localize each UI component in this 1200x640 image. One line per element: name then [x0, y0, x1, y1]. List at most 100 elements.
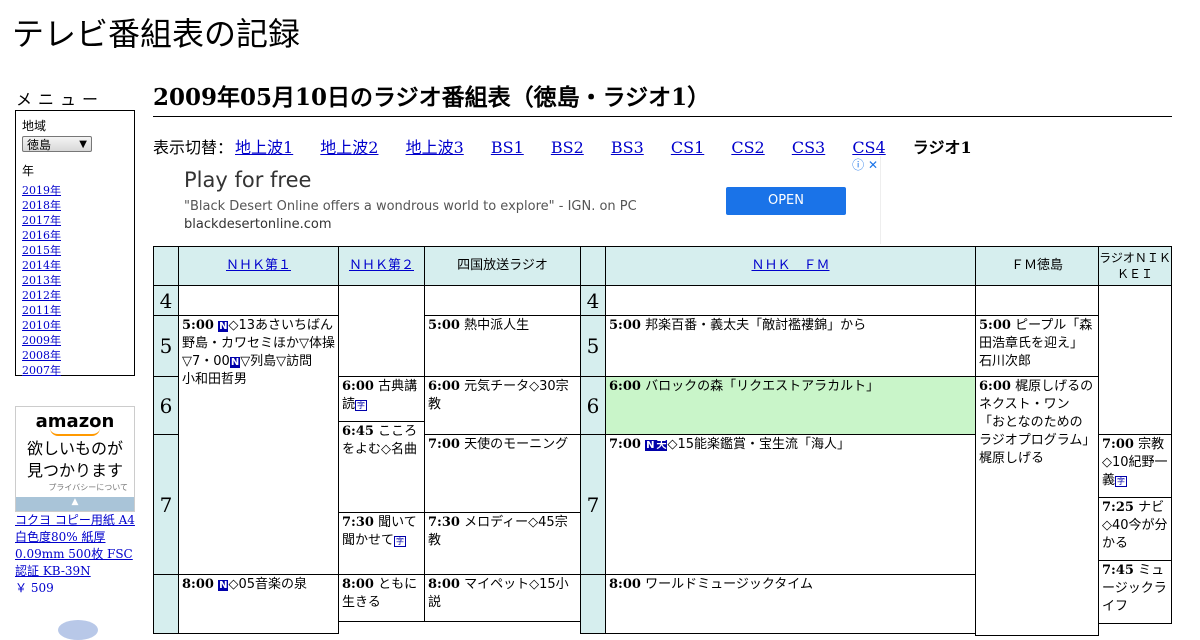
channel-header[interactable]: ＮＨＫ ＦＭ	[605, 246, 976, 286]
program-cell[interactable]: 5:00 ピープル「森田浩章氏を迎え」石川次郎	[975, 315, 1099, 377]
program-time: 8:00	[182, 577, 214, 592]
channel-link[interactable]: ＮＨＫ ＦＭ	[751, 257, 829, 275]
region-label: 地域	[22, 119, 47, 133]
ad-close-icon[interactable]: ⓘ ✕	[852, 156, 878, 173]
chevron-up-icon[interactable]: ▲	[16, 497, 134, 511]
region-select[interactable]: 徳島 ▼	[22, 136, 92, 152]
year-link[interactable]: 2016年	[22, 229, 61, 242]
hour-cell	[153, 574, 179, 634]
program-time: 6:45	[342, 424, 374, 439]
program-cell[interactable]: 7:45 ミュージックライフ	[1098, 560, 1172, 624]
program-cell[interactable]: 5:00 邦楽百番・義太夫「敵討襤褸錦」から	[605, 315, 976, 377]
year-link[interactable]: 2010年	[22, 319, 61, 332]
hour-cell: 7	[580, 434, 606, 575]
channel-link[interactable]: ＮＨＫ第１	[226, 257, 291, 275]
program-cell[interactable]: 7:00 天使のモーニング	[424, 434, 581, 513]
n-badge-icon: N	[218, 580, 229, 591]
year-link[interactable]: 2019年	[22, 184, 61, 197]
program-cell[interactable]: 5:00 熱中派人生	[424, 315, 581, 377]
year-link[interactable]: 2011年	[22, 304, 61, 317]
program-title: ◇05音楽の泉	[228, 577, 307, 592]
switch-link[interactable]: 地上波3	[406, 138, 464, 157]
amazon-privacy-link[interactable]: プライバシーについて	[16, 482, 134, 493]
page-title: 2009年05月10日のラジオ番組表（徳島・ラジオ1）	[153, 82, 1172, 117]
program-cell[interactable]: 8:00 ワールドミュージックタイム	[605, 574, 976, 634]
program-title: ◇15能楽鑑賞・宝生流「海人」	[667, 437, 850, 452]
amazon-logo: amazon	[35, 411, 115, 432]
program-cell[interactable]: 8:00 N◇05音楽の泉	[178, 574, 339, 634]
program-time: 5:00	[979, 318, 1011, 333]
year-link[interactable]: 2008年	[22, 349, 61, 362]
year-label: 年	[22, 164, 35, 178]
year-list: 2019年 2018年 2017年 2016年 2015年 2014年 2013…	[22, 183, 134, 378]
year-link[interactable]: 2007年	[22, 364, 61, 377]
amazon-ad[interactable]: amazon 欲しいものが 見つかります プライバシーについて ▲	[15, 406, 135, 512]
switch-current: ラジオ1	[912, 138, 972, 157]
hour-cell: 6	[153, 376, 179, 435]
channel-header[interactable]: ＮＨＫ第２	[338, 246, 425, 286]
switch-link[interactable]: CS2	[731, 138, 764, 157]
product-ad[interactable]: コクヨ コピー用紙 A4 白色度80% 紙厚 0.09mm 500枚 FSC認証…	[15, 512, 140, 597]
year-link[interactable]: 2009年	[22, 334, 61, 347]
switch-link[interactable]: CS4	[852, 138, 885, 157]
view-switcher: 表示切替： 地上波1 地上波2 地上波3 BS1 BS2 BS3 CS1 CS2 …	[153, 134, 972, 158]
program-time: 8:00	[342, 577, 374, 592]
program-time: 5:00	[428, 318, 460, 333]
channel-header: 四国放送ラジオ	[424, 246, 581, 286]
year-link[interactable]: 2012年	[22, 289, 61, 302]
program-cell[interactable]: 8:00 マイペット◇15小説	[424, 574, 581, 622]
program-cell[interactable]: 7:30 メロディー◇45宗教	[424, 512, 581, 575]
product-price: ￥ 509	[15, 581, 54, 595]
program-cell[interactable]: 7:30 聞いて聞かせて字	[338, 512, 425, 575]
switch-link[interactable]: BS2	[551, 138, 584, 157]
program-cell-highlighted[interactable]: 6:00 バロックの森「リクエストアラカルト」	[605, 376, 976, 435]
weather-badge-icon: 天	[655, 440, 668, 451]
program-cell[interactable]: 7:00 宗教◇10紀野一義字	[1098, 434, 1172, 498]
switch-link[interactable]: 地上波1	[235, 138, 293, 157]
program-time: 7:30	[342, 515, 374, 530]
channel-header: ＦＭ徳島	[975, 246, 1099, 286]
chevron-down-icon: ▼	[79, 139, 87, 150]
subtitle-badge-icon: 字	[1115, 476, 1128, 487]
switch-link[interactable]: CS1	[671, 138, 704, 157]
switch-link[interactable]: BS1	[491, 138, 524, 157]
program-time: 8:00	[428, 577, 460, 592]
program-cell[interactable]: 5:00 N◇13あさいちばん 野島・カワセミほか▽体操▽7・00N▽列島▽訪問…	[178, 315, 339, 575]
hour-cell: 4	[153, 285, 179, 316]
ad-description: "Black Desert Online offers a wondrous w…	[184, 199, 637, 214]
year-link[interactable]: 2015年	[22, 244, 61, 257]
program-cell[interactable]: 6:00 古典講読字	[338, 376, 425, 422]
n-badge-icon: N	[229, 357, 241, 368]
banner-ad[interactable]: Play for free "Black Desert Online offer…	[153, 156, 881, 244]
region-value: 徳島	[27, 138, 52, 152]
switch-link[interactable]: BS3	[611, 138, 644, 157]
amazon-tagline-1: 欲しいものが	[26, 439, 123, 458]
program-time: 6:00	[342, 379, 374, 394]
program-cell[interactable]: 6:00 元気チータ◇30宗教	[424, 376, 581, 435]
channel-header[interactable]: ＮＨＫ第１	[178, 246, 339, 286]
hour-cell	[580, 574, 606, 634]
program-cell[interactable]: 7:00 N 天◇15能楽鑑賞・宝生流「海人」	[605, 434, 976, 575]
corner-cell	[153, 246, 179, 286]
year-link[interactable]: 2018年	[22, 199, 61, 212]
program-cell[interactable]: 6:00 梶原しげるのネクスト・ワン「おとなのためのラジオプログラム」梶原しげる	[975, 376, 1099, 636]
program-time: 7:25	[1102, 500, 1134, 515]
product-name[interactable]: コクヨ コピー用紙 A4 白色度80% 紙厚 0.09mm 500枚 FSC認証…	[15, 513, 135, 578]
ad-open-button[interactable]: OPEN	[726, 187, 846, 215]
program-cell	[424, 285, 581, 316]
hour-cell: 7	[153, 434, 179, 575]
hour-cell: 5	[153, 315, 179, 377]
menu-box: 地域 徳島 ▼ 年 2019年 2018年 2017年 2016年 2015年 …	[15, 110, 135, 378]
subtitle-badge-icon: 字	[355, 400, 368, 411]
switch-link[interactable]: CS3	[792, 138, 825, 157]
year-link[interactable]: 2017年	[22, 214, 61, 227]
channel-link[interactable]: ＮＨＫ第２	[349, 257, 414, 275]
year-link[interactable]: 2013年	[22, 274, 61, 287]
program-cell[interactable]: 7:25 ナビ◇40今が分かる	[1098, 497, 1172, 561]
program-cell[interactable]: 8:00 ともに生きる	[338, 574, 425, 622]
program-title: 天使のモーニング	[464, 437, 569, 452]
year-link[interactable]: 2014年	[22, 259, 61, 272]
hour-cell: 5	[580, 315, 606, 377]
program-cell[interactable]: 6:45 こころをよむ◇名曲	[338, 421, 425, 513]
switch-link[interactable]: 地上波2	[320, 138, 378, 157]
